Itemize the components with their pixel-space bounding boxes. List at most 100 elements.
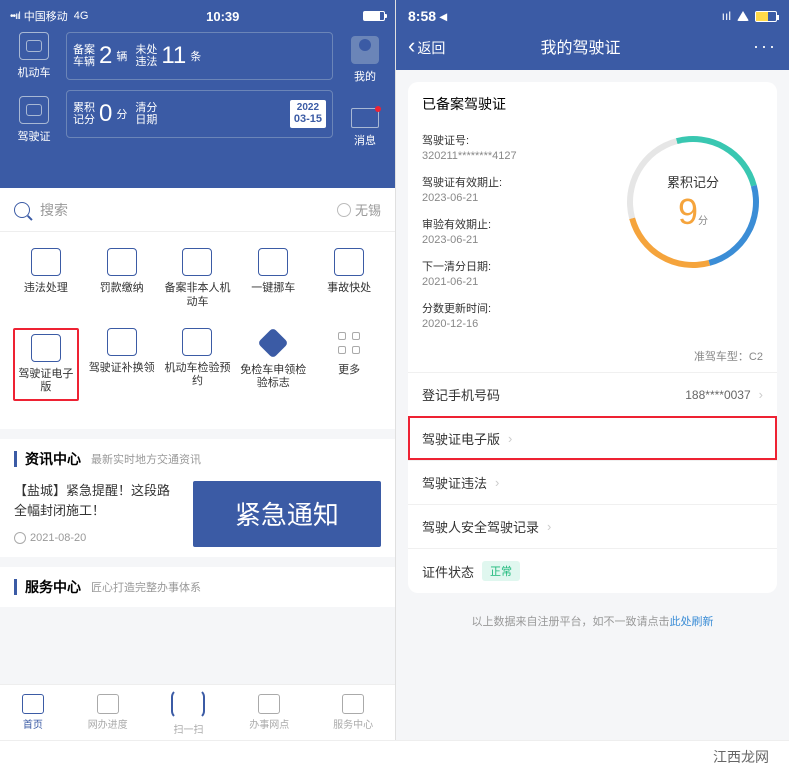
service-icon — [342, 694, 364, 714]
points-value: 0 — [99, 100, 112, 128]
more-icon — [338, 332, 360, 354]
chevron-right-icon: › — [759, 387, 763, 402]
tab-locations[interactable]: 办事网点 — [249, 694, 289, 731]
cell-violation[interactable]: 驾驶证违法› — [408, 460, 777, 504]
nav-vehicle[interactable]: 机动车 — [10, 32, 58, 80]
license-icon — [19, 96, 49, 124]
cell-record[interactable]: 驾驶人安全驾驶记录› — [408, 504, 777, 548]
tab-progress[interactable]: 网办进度 — [88, 694, 128, 731]
tab-home[interactable]: 首页 — [22, 694, 44, 731]
search-bar[interactable]: 搜索 无锡 — [0, 188, 395, 232]
valid-until: 2023-06-21 — [422, 192, 623, 204]
tile-fine[interactable]: 罚款缴纳 — [89, 248, 155, 310]
home-screen: ••ııl 中国移动 4G 10:39 机动车 驾驶证 备案车辆 2辆 未处违法… — [0, 0, 396, 740]
cell-e-license[interactable]: 驾驶证电子版› — [408, 416, 777, 460]
dial-arc — [603, 112, 777, 292]
service-section[interactable]: 服务中心匠心打造完整办事体系 — [0, 567, 395, 607]
news-date: 2021-08-20 — [14, 530, 183, 547]
location-icon — [258, 694, 280, 714]
nav-message-label: 消息 — [354, 135, 376, 147]
cell-phone[interactable]: 登记手机号码188****0037› — [408, 372, 777, 416]
city-selector[interactable]: 无锡 — [337, 200, 381, 219]
header: 8:58 ◂ ııl 返回 我的驾驶证 ··· — [396, 0, 789, 70]
carrier-label: 中国移动 — [24, 8, 68, 24]
progress-icon — [97, 694, 119, 714]
verify-until: 2023-06-21 — [422, 234, 623, 246]
service-grid: 违法处理 罚款缴纳 备案非本人机动车 一键挪车 事故快处 驾驶证电子版 驾驶证补… — [0, 232, 395, 429]
license-card: 已备案驾驶证 驾驶证号:320211********4127 驾驶证有效期止:2… — [408, 82, 777, 593]
accident-icon — [334, 248, 364, 276]
chevron-right-icon: › — [495, 475, 499, 490]
accent-bar — [14, 451, 17, 467]
card-icon — [107, 328, 137, 356]
news-item[interactable]: 【盐城】紧急提醒！这段路全幅封闭施工！ 2021-08-20 — [14, 481, 183, 547]
diamond-icon — [258, 327, 289, 358]
tab-service[interactable]: 服务中心 — [333, 694, 373, 731]
card-heading: 已备案驾驶证 — [408, 82, 777, 126]
document-icon — [182, 248, 212, 276]
news-text: 【盐城】紧急提醒！这段路全幅封闭施工！ — [14, 481, 183, 520]
tile-e-license[interactable]: 驾驶证电子版 — [13, 328, 79, 402]
nav-mine-label: 我的 — [354, 71, 376, 83]
news-banner[interactable]: 紧急通知 — [193, 481, 381, 547]
tile-replace-license[interactable]: 驾驶证补换领 — [89, 328, 155, 402]
news-section[interactable]: 资讯中心最新实时地方交通资讯 【盐城】紧急提醒！这段路全幅封闭施工！ 2021-… — [0, 439, 395, 557]
id-card-icon — [31, 334, 61, 362]
vehicle-class: 准驾车型：C2 — [408, 348, 777, 372]
violation-count: 11 — [161, 42, 186, 70]
updated-at: 2020-12-16 — [422, 318, 623, 330]
clock: 8:58 ◂ — [408, 8, 447, 25]
wifi-icon — [737, 11, 749, 21]
reset-date: 202203-15 — [290, 100, 326, 127]
chevron-right-icon: › — [508, 431, 512, 446]
tile-exempt[interactable]: 免检车申领检验标志 — [240, 328, 306, 402]
tab-bar: 首页 网办进度 扫一扫 办事网点 服务中心 — [0, 684, 395, 740]
status-bar: ••ııl 中国移动 4G 10:39 — [10, 6, 385, 26]
phone-value: 188****0037 — [685, 388, 750, 402]
license-number: 320211********4127 — [422, 150, 623, 162]
tile-register-vehicle[interactable]: 备案非本人机动车 — [164, 248, 230, 310]
service-subtitle: 匠心打造完整办事体系 — [91, 579, 201, 595]
tile-violation[interactable]: 违法处理 — [13, 248, 79, 310]
tile-more[interactable]: 更多 — [316, 328, 382, 402]
nav-license[interactable]: 驾驶证 — [10, 96, 58, 144]
gear-icon — [337, 203, 351, 217]
points-dial: 累积记分 9分 — [623, 132, 763, 272]
footer-note: 以上数据来自注册平台，如不一致请点击此处刷新 — [408, 613, 777, 629]
search-icon — [14, 202, 30, 218]
vehicle-count: 2 — [99, 42, 112, 70]
chevron-right-icon: › — [547, 519, 551, 534]
tab-scan[interactable]: 扫一扫 — [171, 689, 205, 736]
license-details: 驾驶证号:320211********4127 驾驶证有效期止:2023-06-… — [422, 132, 623, 342]
car-icon — [19, 32, 49, 60]
search-placeholder: 搜索 — [40, 200, 337, 220]
status-badge: 正常 — [482, 561, 520, 581]
tile-inspection[interactable]: 机动车检验预约 — [164, 328, 230, 402]
nav-message[interactable]: 消息 — [341, 108, 389, 148]
service-title: 服务中心 — [25, 577, 81, 597]
car-icon — [31, 248, 61, 276]
tile-move-car[interactable]: 一键挪车 — [240, 248, 306, 310]
nav-mine[interactable]: 我的 — [341, 36, 389, 84]
accent-bar — [14, 579, 17, 595]
news-subtitle: 最新实时地方交通资讯 — [91, 451, 201, 467]
signal-icon: ••ııl — [10, 11, 20, 22]
status-bar: 8:58 ◂ ııl — [408, 6, 777, 26]
more-button[interactable]: ··· — [753, 36, 777, 57]
profile-icon — [351, 36, 379, 64]
refresh-link[interactable]: 此处刷新 — [670, 616, 714, 628]
tile-accident[interactable]: 事故快处 — [316, 248, 382, 310]
nav-vehicle-label: 机动车 — [18, 67, 51, 79]
battery-icon — [363, 11, 385, 21]
license-detail-screen: 8:58 ◂ ııl 返回 我的驾驶证 ··· 已备案驾驶证 驾驶证号:3202… — [396, 0, 789, 740]
clock: 10:39 — [88, 9, 357, 24]
watermark: 江西龙网 — [0, 740, 789, 772]
envelope-icon — [351, 108, 379, 128]
news-title: 资讯中心 — [25, 449, 81, 469]
header: ••ııl 中国移动 4G 10:39 机动车 驾驶证 备案车辆 2辆 未处违法… — [0, 0, 395, 188]
badge-icon — [182, 328, 212, 356]
vehicle-card[interactable]: 备案车辆 2辆 未处违法 11条 — [66, 32, 333, 80]
cell-status: 证件状态正常 — [408, 548, 777, 593]
scan-icon — [171, 689, 205, 719]
points-card[interactable]: 累积记分 0分 清分日期 202203-15 — [66, 90, 333, 138]
